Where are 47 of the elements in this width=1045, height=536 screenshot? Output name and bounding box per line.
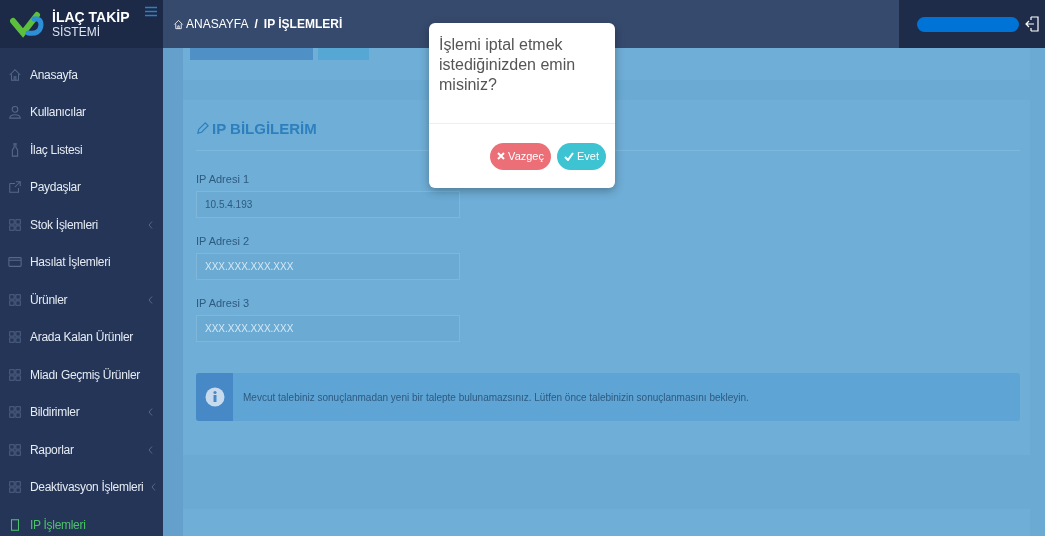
section-title: IP BİLGİLERİM (212, 119, 317, 137)
sidebar-item[interactable]: Stok İşlemleri (0, 206, 163, 244)
grid-icon (8, 405, 22, 420)
info-icon (204, 387, 225, 407)
grid-icon (8, 480, 22, 495)
field-label: IP Adresi 3 (196, 297, 250, 309)
sidebar-item[interactable]: Deaktivasyon İşlemleri (0, 468, 163, 506)
grid-icon (8, 217, 22, 232)
grid-icon (8, 367, 22, 382)
square-icon (8, 517, 22, 532)
dialog-message: İşlemi iptal etmek istediğinizden emin misiniz? (438, 35, 577, 95)
breadcrumb-link[interactable]: ANASAYFA (186, 17, 249, 31)
sidebar-item[interactable]: Raporlar (0, 431, 163, 469)
sidebar-item[interactable]: Bildirimler (0, 393, 163, 431)
home-icon (8, 67, 22, 82)
home-icon (173, 18, 184, 30)
breadcrumb-link[interactable]: IP İŞLEMLERİ (263, 17, 343, 31)
close-icon (497, 152, 506, 160)
field-label: IP Adresi 1 (196, 173, 250, 185)
card-icon (8, 255, 22, 270)
sidebar-item[interactable]: IP İşlemleri (0, 506, 163, 536)
sidebar-item[interactable]: Paydaşlar (0, 168, 163, 206)
pencil-icon (196, 121, 209, 135)
sidebar-item[interactable]: Arada Kalan Ürünler (0, 318, 163, 356)
sidebar-item[interactable]: Ürünler (0, 281, 163, 319)
check-icon (564, 151, 574, 161)
breadcrumb-separator: / (254, 17, 258, 31)
logout-icon[interactable] (1025, 16, 1039, 32)
alert-message: Mevcut talebiniz sonuçlanmadan yeni bir talepte bulunamazsınız. Lütfen önce talebinizin sonuçlanmasını bekleyin. (242, 391, 749, 403)
sidebar-item[interactable]: Anasayfa (0, 56, 163, 94)
menu-icon[interactable] (145, 6, 157, 17)
sidebar-item[interactable]: Hasılat İşlemleri (0, 243, 163, 281)
grid-icon (8, 330, 22, 345)
sidebar-item[interactable]: Kullanıcılar (0, 93, 163, 131)
field-label: IP Adresi 2 (196, 235, 250, 247)
brand-subtitle: SİSTEMİ (52, 24, 101, 39)
logo-icon (10, 9, 44, 39)
grid-icon (8, 442, 22, 457)
ip-address-field[interactable]: XXX.XXX.XXX.XXX (196, 315, 460, 342)
share-icon (8, 180, 22, 195)
sidebar-item[interactable]: İlaç Listesi (0, 131, 163, 169)
user-icon (8, 105, 22, 120)
user-name-badge[interactable] (917, 16, 1019, 32)
ip-address-field[interactable]: XXX.XXX.XXX.XXX (196, 253, 460, 280)
grid-icon (8, 292, 22, 307)
sidebar-item[interactable]: Miadı Geçmiş Ürünler (0, 356, 163, 394)
brand-title: İLAÇ TAKİP (52, 9, 130, 25)
